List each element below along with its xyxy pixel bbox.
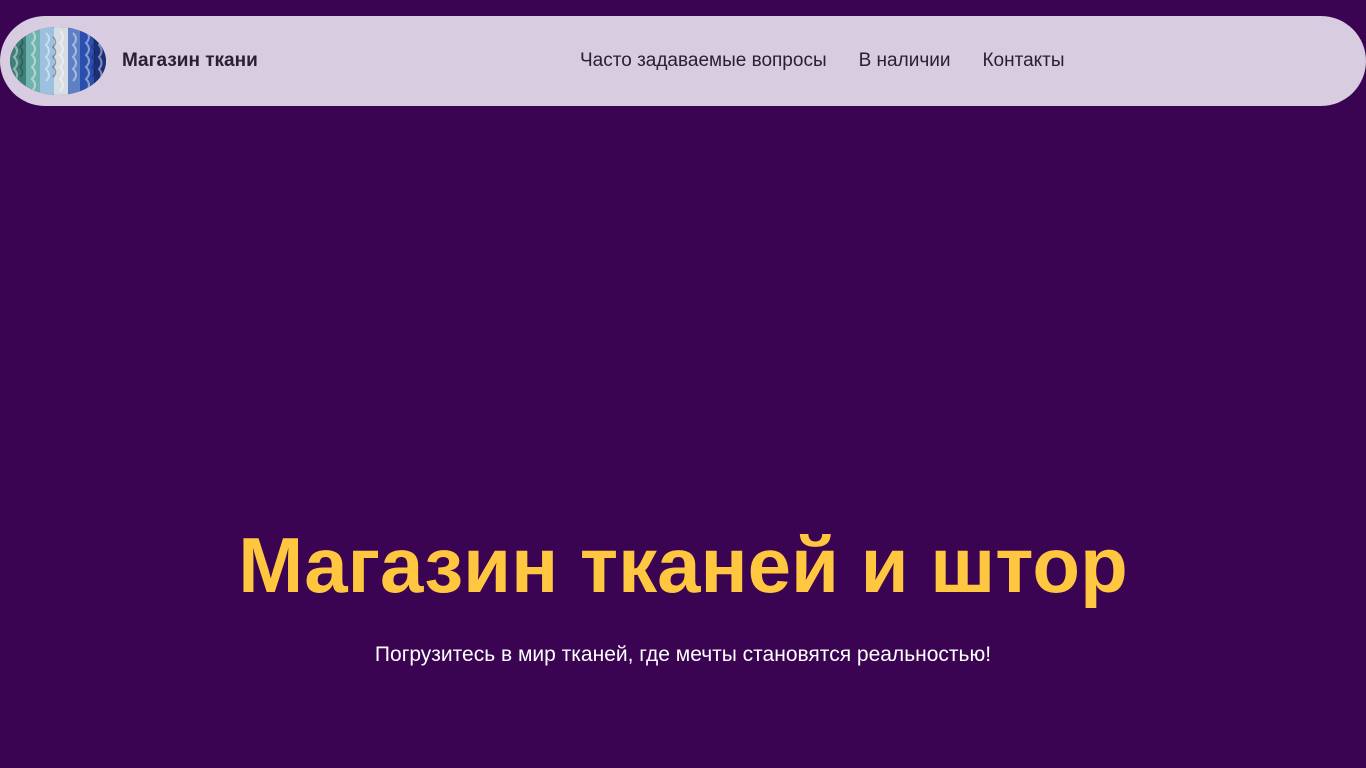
navbar: Магазин ткани Часто задаваемые вопросы В… <box>0 16 1366 106</box>
hero-title: Магазин тканей и штор <box>238 521 1128 609</box>
fabric-rolls-logo-icon[interactable] <box>10 27 106 95</box>
brand-name[interactable]: Магазин ткани <box>122 16 258 106</box>
nav-link-contacts[interactable]: Контакты <box>982 50 1064 72</box>
nav-link-in-stock[interactable]: В наличии <box>859 50 951 72</box>
nav-link-faq[interactable]: Часто задаваемые вопросы <box>580 50 827 72</box>
main-nav: Часто задаваемые вопросы В наличии Конта… <box>580 16 1065 106</box>
hero-subtitle: Погрузитесь в мир тканей, где мечты стан… <box>374 643 992 666</box>
